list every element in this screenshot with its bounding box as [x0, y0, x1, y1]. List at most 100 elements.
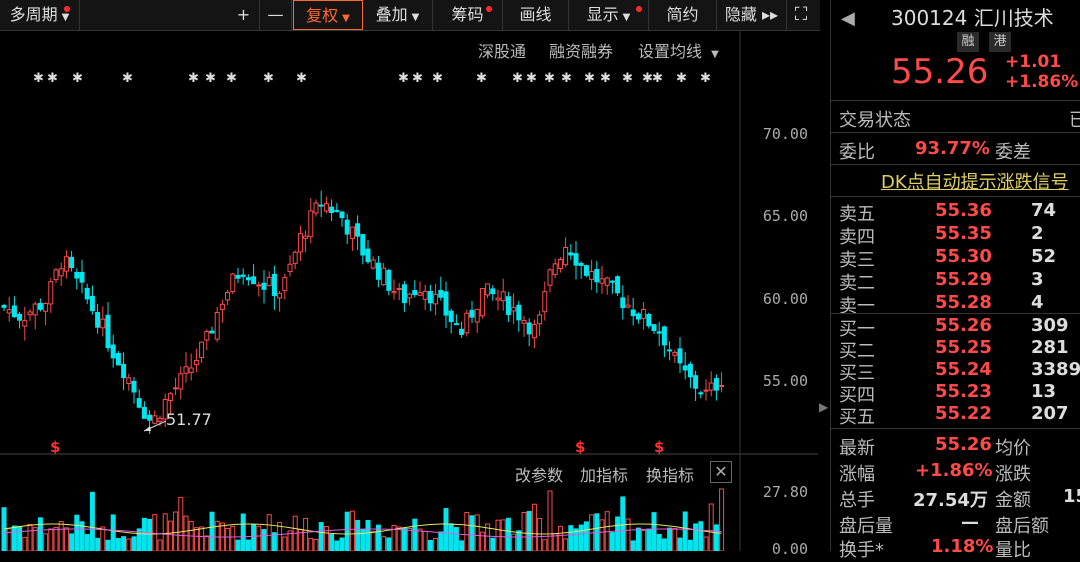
event-star-icon[interactable]: ✱: [512, 71, 523, 86]
ask-row[interactable]: 卖五 55.36 74: [831, 200, 1080, 225]
price-tick: 60.00: [762, 290, 808, 308]
bid-volume: 309: [1031, 315, 1069, 336]
margin-badge: 融: [957, 32, 979, 52]
candle-body: [464, 312, 470, 334]
volume-bar: [495, 519, 501, 551]
event-star-icon[interactable]: ✱: [700, 71, 711, 86]
avg-price-label: 均价: [995, 438, 1031, 459]
candle-body: [417, 292, 423, 296]
multi-period-button[interactable]: 多周期 ▼: [0, 0, 80, 30]
adjust-price-button[interactable]: 复权 ▼: [293, 0, 363, 30]
candle-body: [583, 265, 589, 276]
bid-row[interactable]: 买五 55.22 207: [831, 403, 1080, 428]
price-change-pct: +1.86%: [1005, 72, 1079, 92]
candle-body: [521, 320, 527, 324]
candle-body: [193, 359, 199, 366]
stock-name: 汇川技术: [973, 6, 1054, 30]
event-star-icon[interactable]: ✱: [584, 71, 595, 86]
candle-body: [339, 211, 345, 219]
event-star-icon[interactable]: ✱: [296, 71, 307, 86]
notification-dot-icon: [64, 6, 70, 12]
candle-body: [256, 284, 262, 287]
simple-button[interactable]: 简约: [649, 0, 717, 30]
candle-body: [422, 290, 428, 300]
volume-bar: [698, 521, 704, 551]
event-star-icon[interactable]: ✱: [47, 71, 58, 86]
candle-body: [261, 282, 267, 290]
dk-signal-link[interactable]: DK点自动提示涨跌信号: [881, 168, 1069, 194]
volume-bar: [11, 525, 17, 551]
event-star-icon[interactable]: ✱: [561, 71, 572, 86]
event-star-icon[interactable]: ✱: [122, 71, 133, 86]
event-star-icon[interactable]: ✱: [526, 71, 537, 86]
event-star-icon[interactable]: ✱: [476, 71, 487, 86]
event-star-icon[interactable]: ✱: [412, 71, 423, 86]
event-star-icon[interactable]: ✱: [263, 71, 274, 86]
divider: [831, 132, 1080, 133]
back-arrow-icon[interactable]: ◀: [841, 8, 855, 29]
zoom-out-button[interactable]: —: [260, 0, 292, 30]
bid-row[interactable]: 买二 55.25 281: [831, 337, 1080, 362]
fullscreen-icon[interactable]: ⛶: [788, 2, 814, 28]
event-star-icon[interactable]: ✱: [544, 71, 555, 86]
event-star-icon[interactable]: ✱: [398, 71, 409, 86]
chips-button[interactable]: 筹码: [433, 0, 503, 30]
caret-down-icon: ▼: [622, 12, 631, 23]
event-star-icon[interactable]: ✱: [432, 71, 443, 86]
candle-body: [396, 287, 402, 290]
event-star-icon[interactable]: ✱: [226, 71, 237, 86]
volume-bar: [599, 519, 605, 551]
candle-body: [609, 280, 615, 283]
volume-bar: [620, 496, 626, 551]
event-star-icon[interactable]: ✱: [622, 71, 633, 86]
display-button[interactable]: 显示 ▼: [569, 0, 649, 30]
bid-row[interactable]: 买三 55.24 3389: [831, 359, 1080, 384]
overlay-label: 叠加: [375, 5, 408, 24]
event-star-icon[interactable]: ✱: [33, 71, 44, 86]
event-star-icon[interactable]: ✱: [676, 71, 687, 86]
candle-body: [271, 273, 277, 297]
ask-row[interactable]: 卖四 55.35 2: [831, 223, 1080, 248]
candle-body: [365, 248, 371, 263]
bid-row[interactable]: 买四 55.23 13: [831, 381, 1080, 406]
candle-body: [682, 365, 688, 371]
ask-row[interactable]: 卖二 55.29 3: [831, 269, 1080, 294]
volume-bar: [568, 525, 574, 551]
bid-row[interactable]: 买一 55.26 309: [831, 315, 1080, 340]
event-star-icon[interactable]: ✱: [652, 71, 663, 86]
ask-row[interactable]: 卖三 55.30 52: [831, 246, 1080, 271]
ask-price: 55.30: [935, 246, 992, 267]
candle-body: [360, 234, 366, 256]
volume-bar: [609, 532, 615, 551]
overlay-button[interactable]: 叠加 ▼: [363, 0, 433, 30]
candle-body: [115, 353, 121, 366]
candlesticks: [1, 190, 725, 434]
volume-bar: [240, 513, 246, 551]
event-star-icon[interactable]: ✱: [72, 71, 83, 86]
candle-body: [110, 344, 116, 359]
draw-line-button[interactable]: 画线: [503, 0, 569, 30]
divider: [831, 164, 1080, 165]
event-star-icon[interactable]: ✱: [205, 71, 216, 86]
candle-body: [474, 308, 480, 323]
change-indicator-button[interactable]: 换指标: [646, 462, 694, 486]
candle-body: [412, 290, 418, 296]
trade-status-label: 交易状态: [839, 110, 911, 131]
candle-body: [219, 303, 225, 310]
hide-button[interactable]: 隐藏 ▸▸: [717, 0, 787, 30]
zoom-in-button[interactable]: +: [228, 0, 260, 30]
event-star-icon[interactable]: ✱: [600, 71, 611, 86]
candle-body: [589, 271, 595, 280]
add-indicator-button[interactable]: 加指标: [580, 462, 628, 486]
close-icon[interactable]: ✕: [710, 461, 732, 483]
event-star-icon[interactable]: ✱: [188, 71, 199, 86]
edit-params-button[interactable]: 改参数: [515, 462, 563, 486]
caret-down-icon: ▼: [342, 13, 350, 24]
kline-chart[interactable]: ✱ ✱ ✱ ✱ ✱ ✱ ✱ ✱ ✱ ✱ ✱ ✱ ✱ ✱ ✱ ✱ ✱ ✱ ✱ ✱ ✱ ✱ ✱ ✱ 51.77 $ $ $: [0, 30, 818, 551]
candle-body: [578, 262, 584, 266]
ask-row[interactable]: 卖一 55.28 4: [831, 292, 1080, 317]
candle-body: [599, 278, 605, 284]
volume-bar: [344, 511, 350, 551]
volume-bar: [474, 514, 480, 551]
collapse-panel-icon[interactable]: ▶: [819, 400, 829, 430]
